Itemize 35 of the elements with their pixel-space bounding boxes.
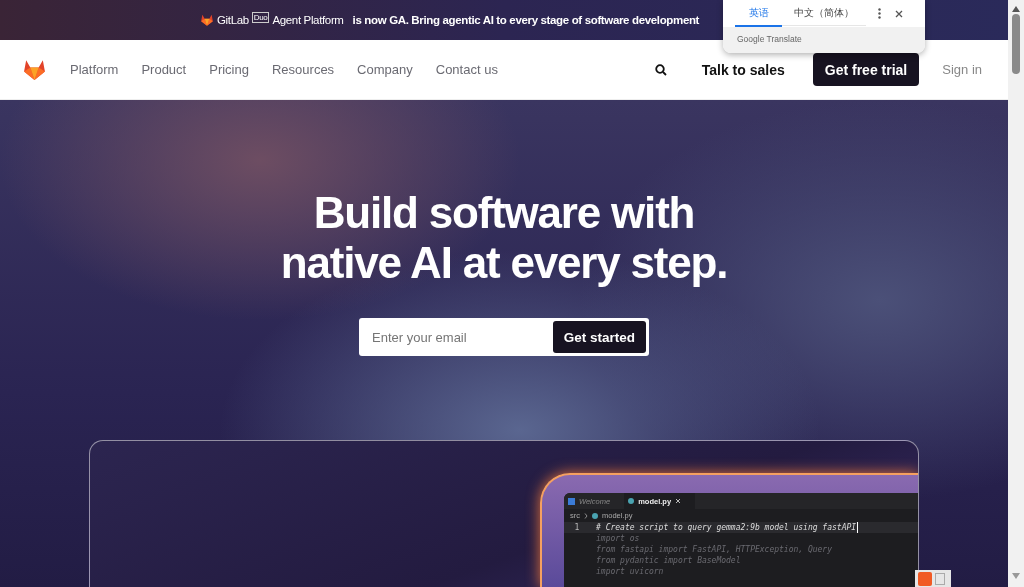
gitlab-logo-icon — [200, 13, 214, 27]
search-icon[interactable] — [654, 63, 667, 76]
talk-to-sales-link[interactable]: Talk to sales — [701, 61, 785, 78]
python-file-icon — [628, 498, 635, 504]
python-file-icon — [592, 512, 598, 519]
close-tab-icon[interactable] — [675, 498, 682, 504]
close-icon[interactable] — [895, 9, 903, 18]
code-comment: # Create script to query gemma2:9b model using fastAPI — [596, 522, 857, 533]
nav-link[interactable]: Pricing — [209, 62, 249, 77]
announcement-text: is now GA. Bring agentic AI to every stage of software development — [352, 14, 700, 26]
nav-link[interactable]: Platform — [70, 62, 119, 77]
product-name: Agent Platform — [272, 14, 344, 26]
more-options-icon[interactable] — [878, 8, 881, 19]
nav-link[interactable]: Resources — [271, 62, 335, 77]
nav-link[interactable]: Product — [141, 62, 187, 77]
translate-attribution: Google Translate — [737, 34, 802, 44]
free-trial-button[interactable]: Get free trial — [812, 53, 920, 86]
get-started-button[interactable]: Get started — [552, 321, 646, 353]
hero-headline: Build software with native AI at every step. — [280, 188, 728, 288]
scrollbar[interactable] — [1008, 0, 1024, 587]
file-icon — [568, 497, 575, 505]
nav-link[interactable]: Company — [357, 62, 413, 77]
language-tab[interactable]: 中文（简体） — [782, 1, 866, 26]
chevron-icon — [584, 512, 588, 519]
duo-badge: Duo — [251, 12, 270, 23]
code-suggestion: import os — [596, 533, 640, 544]
line-number: 1 — [573, 522, 581, 533]
code-suggestion: import uvicorn — [596, 566, 664, 577]
code-suggestion: from fastapi import FastAPI, HTTPException, Query — [596, 544, 832, 555]
input-method-icon[interactable] — [915, 570, 951, 587]
nav-link[interactable]: Contact us — [435, 62, 498, 77]
email-field[interactable]: Enter your email Get started — [359, 318, 649, 356]
code-suggestion: from pydantic import BaseModel — [596, 555, 741, 566]
brand-name: GitLab — [217, 14, 249, 26]
sign-in-link[interactable]: Sign in — [942, 62, 982, 77]
